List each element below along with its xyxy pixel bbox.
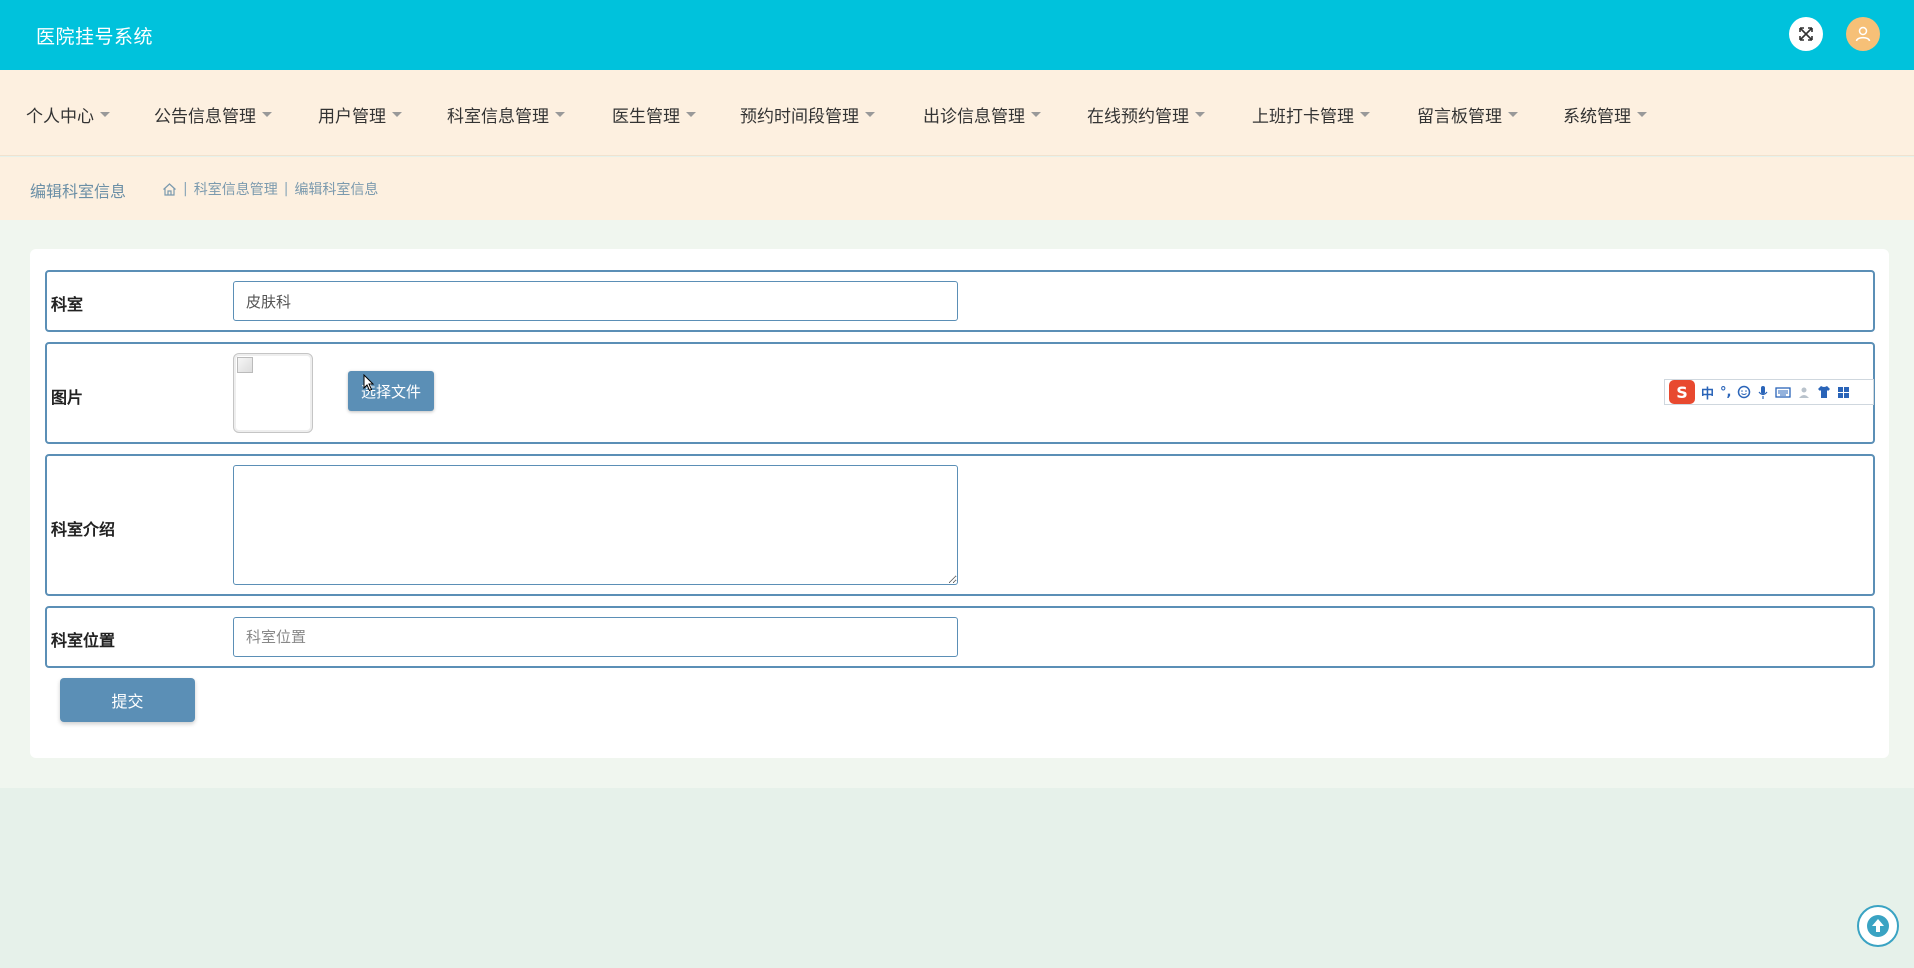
- location-label: 科室位置: [51, 631, 116, 650]
- ime-punct-label[interactable]: °,: [1720, 385, 1731, 400]
- fullscreen-button[interactable]: [1789, 17, 1823, 51]
- nav-item-announcements[interactable]: 公告信息管理: [154, 102, 272, 127]
- nav-label: 预约时间段管理: [740, 107, 859, 127]
- sogou-logo-icon: S: [1669, 380, 1695, 404]
- breadcrumb-bar: 编辑科室信息 | 科室信息管理 | 编辑科室信息: [0, 157, 1914, 220]
- user-status-icon[interactable]: [1797, 385, 1811, 399]
- skin-shirt-icon[interactable]: [1817, 385, 1831, 399]
- nav-item-time-slots[interactable]: 预约时间段管理: [740, 102, 875, 127]
- nav-label: 公告信息管理: [154, 107, 256, 127]
- nav-label: 个人中心: [26, 107, 94, 127]
- breadcrumb-separator: |: [283, 181, 289, 197]
- choose-file-button[interactable]: 选择文件: [348, 371, 434, 411]
- caret-down-icon: [1360, 112, 1370, 117]
- breadcrumb: | 科室信息管理 | 编辑科室信息: [162, 179, 378, 199]
- caret-down-icon: [1508, 112, 1518, 117]
- location-input[interactable]: [233, 617, 958, 657]
- submit-button[interactable]: 提交: [60, 678, 195, 722]
- form-row-department: 科室: [45, 270, 1875, 332]
- nav-item-personal-center[interactable]: 个人中心: [26, 102, 110, 127]
- app-title: 医院挂号系统: [36, 26, 154, 48]
- nav-item-doctors[interactable]: 医生管理: [612, 102, 696, 127]
- image-preview: [233, 353, 313, 433]
- form-row-image: 图片 选择文件 S 中 °,: [45, 342, 1875, 444]
- caret-down-icon: [686, 112, 696, 117]
- page-title: 编辑科室信息: [30, 182, 127, 201]
- main-nav: 个人中心 公告信息管理 用户管理 科室信息管理 医生管理 预约时间段管理 出诊信…: [0, 70, 1914, 156]
- emoji-icon[interactable]: [1737, 385, 1751, 399]
- caret-down-icon: [262, 112, 272, 117]
- caret-down-icon: [865, 112, 875, 117]
- breadcrumb-item-current: 编辑科室信息: [294, 182, 379, 198]
- breadcrumb-item-departments[interactable]: 科室信息管理: [194, 179, 278, 199]
- nav-item-attendance[interactable]: 上班打卡管理: [1252, 102, 1370, 127]
- arrow-up-circle-icon: [1867, 915, 1889, 937]
- intro-label: 科室介绍: [51, 520, 116, 539]
- grid-menu-icon[interactable]: [1837, 386, 1850, 399]
- ime-toolbar[interactable]: S 中 °,: [1664, 379, 1874, 405]
- mouse-cursor-icon: [363, 374, 375, 392]
- caret-down-icon: [1195, 112, 1205, 117]
- intro-textarea[interactable]: [233, 465, 958, 585]
- back-to-top-button[interactable]: [1857, 905, 1899, 947]
- expand-icon: [1799, 27, 1813, 41]
- microphone-icon[interactable]: [1757, 385, 1769, 400]
- form-row-location: 科室位置: [45, 606, 1875, 668]
- department-label: 科室: [51, 295, 84, 314]
- nav-item-departments[interactable]: 科室信息管理: [447, 102, 565, 127]
- nav-item-message-board[interactable]: 留言板管理: [1417, 102, 1518, 127]
- caret-down-icon: [100, 112, 110, 117]
- form-row-intro: 科室介绍: [45, 454, 1875, 596]
- nav-item-visits[interactable]: 出诊信息管理: [923, 102, 1041, 127]
- nav-label: 留言板管理: [1417, 107, 1502, 127]
- breadcrumb-separator: |: [183, 181, 188, 197]
- department-input[interactable]: [233, 281, 958, 321]
- nav-label: 系统管理: [1563, 107, 1631, 127]
- ime-mode-label[interactable]: 中: [1701, 383, 1714, 402]
- caret-down-icon: [392, 112, 402, 117]
- keyboard-icon[interactable]: [1775, 386, 1792, 398]
- user-icon: [1855, 26, 1871, 42]
- nav-label: 科室信息管理: [447, 107, 549, 127]
- broken-image-icon: [237, 357, 253, 373]
- caret-down-icon: [1637, 112, 1647, 117]
- nav-label: 上班打卡管理: [1252, 107, 1354, 127]
- home-icon[interactable]: [162, 182, 177, 197]
- top-header: 医院挂号系统: [0, 0, 1914, 70]
- caret-down-icon: [555, 112, 565, 117]
- nav-item-online-booking[interactable]: 在线预约管理: [1087, 102, 1205, 127]
- nav-label: 用户管理: [318, 107, 386, 127]
- image-label: 图片: [51, 388, 84, 407]
- nav-label: 医生管理: [612, 107, 680, 127]
- nav-label: 在线预约管理: [1087, 107, 1189, 127]
- avatar-button[interactable]: [1846, 17, 1880, 51]
- nav-item-system[interactable]: 系统管理: [1563, 102, 1647, 127]
- nav-item-users[interactable]: 用户管理: [318, 102, 402, 127]
- nav-label: 出诊信息管理: [923, 107, 1025, 127]
- caret-down-icon: [1031, 112, 1041, 117]
